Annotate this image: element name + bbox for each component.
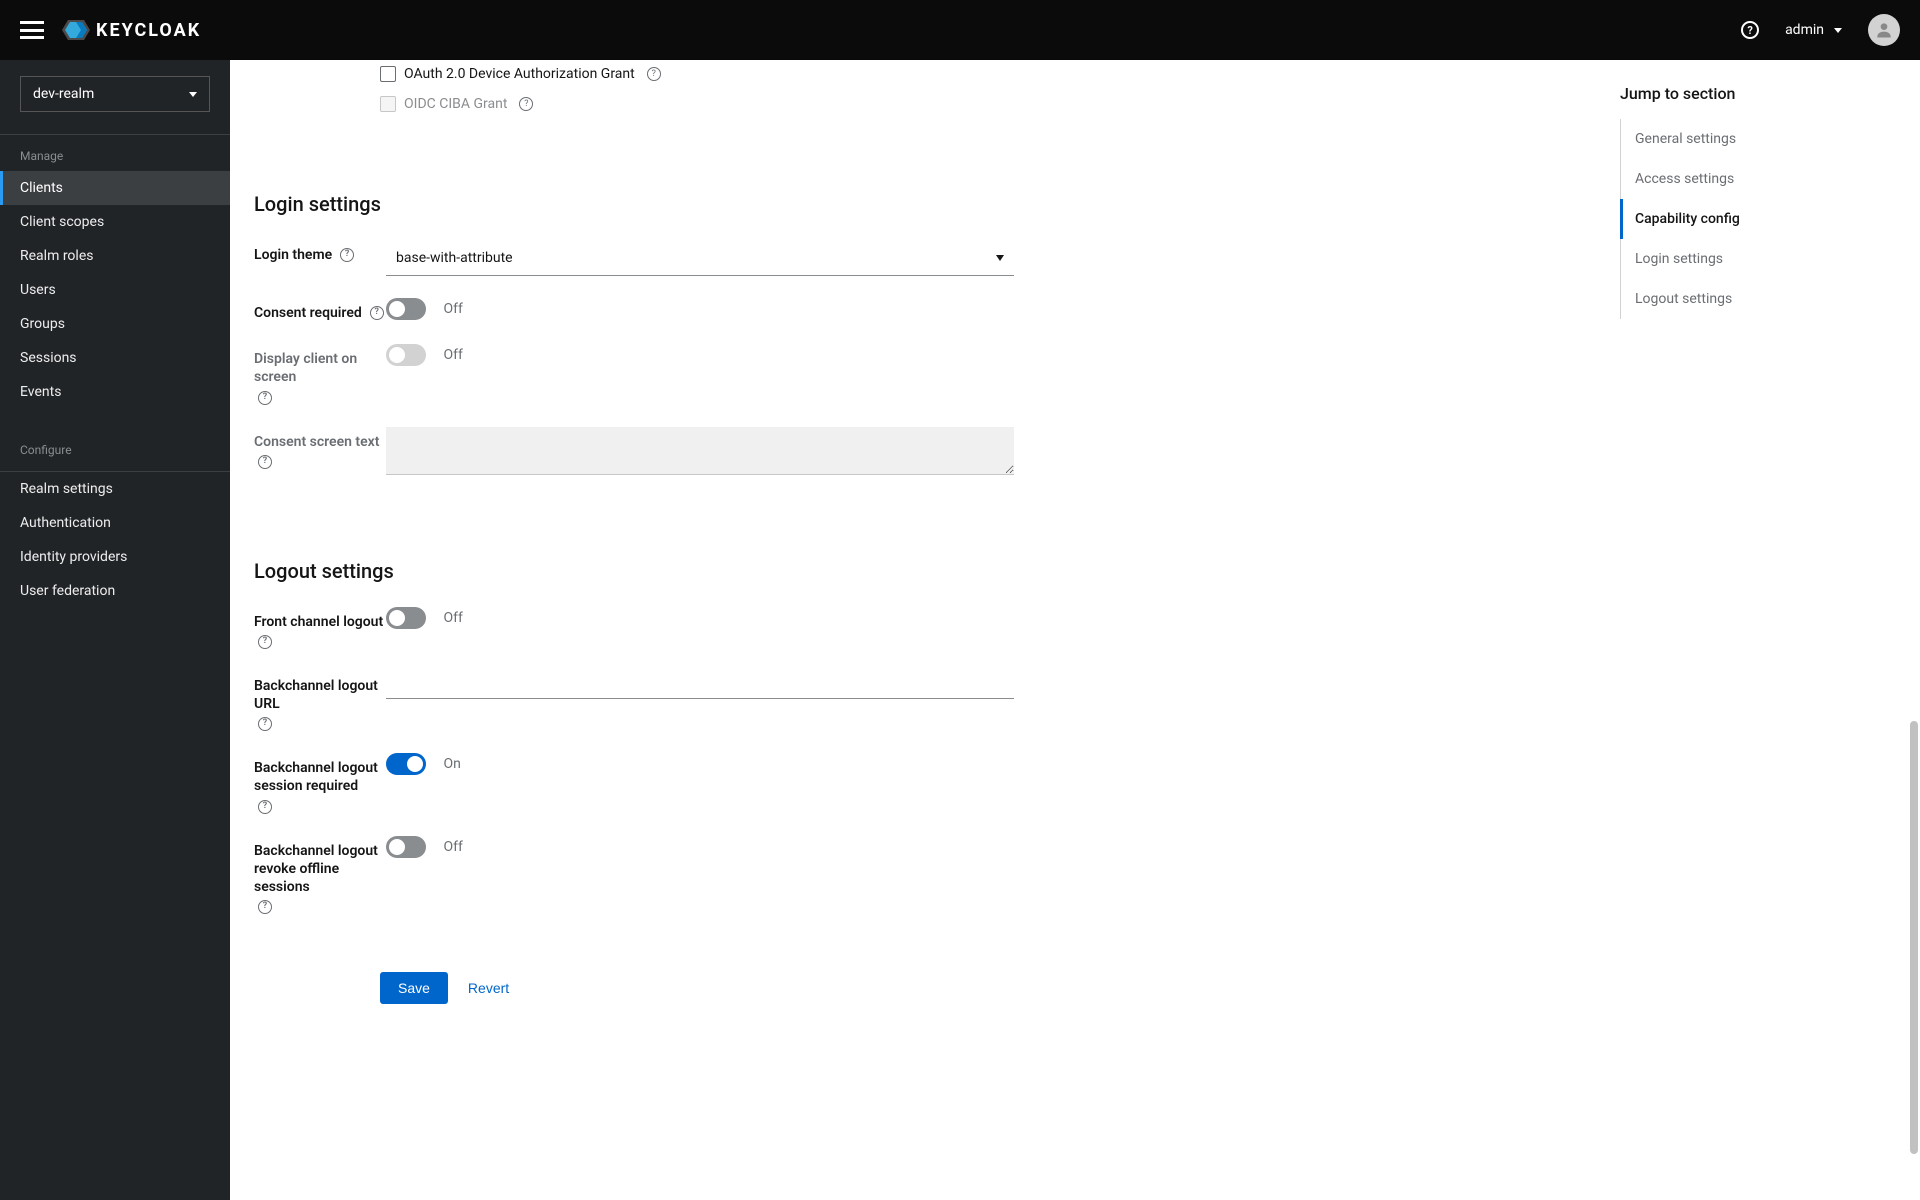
display-client-label: Display client on screen ?: [254, 344, 386, 404]
nav-section-manage-label: Manage: [0, 135, 230, 171]
consent-required-switch[interactable]: [386, 298, 426, 320]
app-header: KEYCLOAK ? admin: [0, 0, 1920, 60]
jump-list: General settings Access settings Capabil…: [1620, 119, 1896, 319]
hamburger-icon[interactable]: [20, 21, 44, 39]
sidebar-item-groups[interactable]: Groups: [0, 307, 230, 341]
front-channel-label: Front channel logout ?: [254, 607, 386, 649]
sidebar-item-identity-providers[interactable]: Identity providers: [0, 540, 230, 574]
consent-required-label: Consent required ?: [254, 298, 386, 322]
jump-access-settings[interactable]: Access settings: [1621, 159, 1896, 199]
help-icon[interactable]: ?: [340, 248, 354, 262]
backchannel-url-label: Backchannel logout URL ?: [254, 671, 386, 731]
front-channel-value: Off: [443, 610, 462, 626]
realm-selector[interactable]: dev-realm: [20, 76, 210, 112]
save-button[interactable]: Save: [380, 972, 448, 1004]
header-left: KEYCLOAK: [20, 20, 201, 41]
sidebar-item-clients[interactable]: Clients: [0, 171, 230, 205]
consent-required-value: Off: [443, 301, 462, 317]
checkbox-oidc-ciba: [380, 96, 396, 112]
oidc-ciba-label: OIDC CIBA Grant: [404, 96, 507, 112]
help-icon[interactable]: ?: [519, 97, 533, 111]
backchannel-session-switch[interactable]: [386, 753, 426, 775]
help-icon[interactable]: ?: [1741, 21, 1759, 39]
help-icon[interactable]: ?: [258, 391, 272, 405]
display-client-value: Off: [443, 347, 462, 363]
avatar[interactable]: [1868, 14, 1900, 46]
sidebar-item-sessions[interactable]: Sessions: [0, 341, 230, 375]
login-theme-value: base-with-attribute: [396, 250, 513, 266]
jump-title: Jump to section: [1620, 84, 1896, 103]
sidebar-item-authentication[interactable]: Authentication: [0, 506, 230, 540]
consent-text-label: Consent screen text ?: [254, 427, 386, 469]
sidebar-item-realm-roles[interactable]: Realm roles: [0, 239, 230, 273]
brand-text: KEYCLOAK: [96, 20, 201, 41]
brand-logo[interactable]: KEYCLOAK: [62, 20, 201, 41]
help-icon[interactable]: ?: [258, 900, 272, 914]
login-theme-label: Login theme ?: [254, 240, 386, 264]
sidebar-item-users[interactable]: Users: [0, 273, 230, 307]
jump-panel: Jump to section General settings Access …: [1620, 60, 1920, 1200]
main-content: OAuth 2.0 Device Authorization Grant ? O…: [230, 60, 1920, 1200]
keycloak-logo-icon: [62, 20, 90, 40]
help-icon[interactable]: ?: [258, 717, 272, 731]
logout-settings-heading: Logout settings: [254, 559, 1014, 583]
user-icon: [1874, 20, 1894, 40]
caret-down-icon: [996, 255, 1004, 261]
scrollbar[interactable]: [1908, 60, 1920, 1200]
sidebar-item-realm-settings[interactable]: Realm settings: [0, 472, 230, 506]
jump-general-settings[interactable]: General settings: [1621, 119, 1896, 159]
oauth-device-grant-row: OAuth 2.0 Device Authorization Grant ?: [380, 66, 1014, 82]
jump-capability-config[interactable]: Capability config: [1620, 199, 1896, 239]
user-menu[interactable]: admin: [1785, 22, 1842, 38]
sidebar-item-events[interactable]: Events: [0, 375, 230, 409]
jump-logout-settings[interactable]: Logout settings: [1621, 279, 1896, 319]
help-icon[interactable]: ?: [258, 455, 272, 469]
help-icon[interactable]: ?: [647, 67, 661, 81]
revert-button[interactable]: Revert: [468, 980, 509, 996]
oauth-device-label: OAuth 2.0 Device Authorization Grant: [404, 66, 635, 82]
backchannel-session-value: On: [443, 756, 460, 772]
user-name: admin: [1785, 22, 1824, 38]
sidebar-nav: dev-realm Manage Clients Client scopes R…: [0, 60, 230, 1200]
front-channel-switch[interactable]: [386, 607, 426, 629]
header-right: ? admin: [1741, 14, 1900, 46]
backchannel-revoke-value: Off: [443, 839, 462, 855]
jump-login-settings[interactable]: Login settings: [1621, 239, 1896, 279]
sidebar-item-user-federation[interactable]: User federation: [0, 574, 230, 608]
help-icon[interactable]: ?: [258, 800, 272, 814]
nav-section-configure-label: Configure: [0, 429, 230, 465]
sidebar-item-client-scopes[interactable]: Client scopes: [0, 205, 230, 239]
display-client-switch: [386, 344, 426, 366]
checkbox-oauth-device[interactable]: [380, 66, 396, 82]
oidc-ciba-grant-row: OIDC CIBA Grant ?: [380, 96, 1014, 112]
backchannel-session-label: Backchannel logout session required ?: [254, 753, 386, 813]
realm-name: dev-realm: [33, 86, 94, 102]
backchannel-revoke-label: Backchannel logout revoke offline sessio…: [254, 836, 386, 915]
help-icon[interactable]: ?: [370, 306, 384, 320]
caret-down-icon: [1834, 28, 1842, 33]
consent-text-textarea: [386, 427, 1014, 475]
help-icon[interactable]: ?: [258, 635, 272, 649]
login-settings-heading: Login settings: [254, 192, 1014, 216]
form-actions: Save Revert: [254, 954, 1014, 1004]
caret-down-icon: [189, 92, 197, 97]
backchannel-url-input[interactable]: [386, 671, 1014, 699]
backchannel-revoke-switch[interactable]: [386, 836, 426, 858]
login-theme-select[interactable]: base-with-attribute: [386, 240, 1014, 276]
scroll-area[interactable]: OAuth 2.0 Device Authorization Grant ? O…: [230, 60, 1620, 1200]
